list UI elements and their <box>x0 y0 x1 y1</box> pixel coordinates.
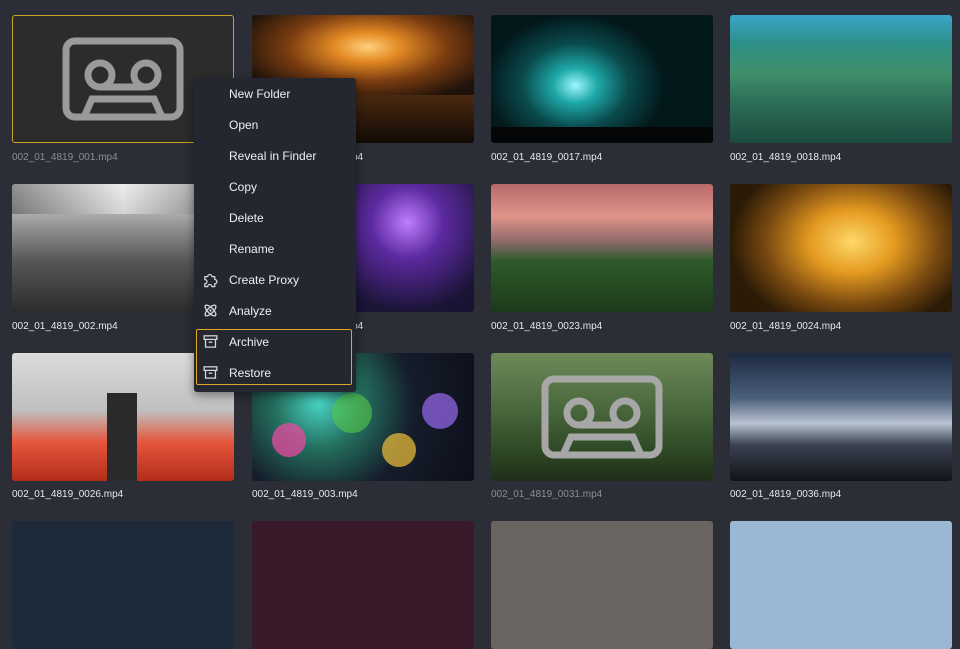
media-thumbnail-placeholder[interactable] <box>491 353 713 481</box>
atom-icon <box>204 304 217 317</box>
letterbox-bar <box>491 127 713 143</box>
media-thumbnail[interactable] <box>491 521 713 649</box>
menu-item-copy[interactable]: Copy <box>194 171 356 202</box>
media-thumbnail[interactable] <box>730 353 952 481</box>
media-thumbnail[interactable] <box>252 521 474 649</box>
media-grid: 002_01_4819_001.mp4 002_01_4819_0016.mp4… <box>0 0 960 649</box>
menu-item-label: Open <box>229 118 259 132</box>
menu-item-label: Reveal in Finder <box>229 149 317 163</box>
menu-item-label: New Folder <box>229 87 291 101</box>
menu-item-create-proxy[interactable]: Create Proxy <box>194 264 356 295</box>
file-name: 002_01_4819_003.mp4 <box>252 489 358 500</box>
file-name: 002_01_4819_0023.mp4 <box>491 321 603 332</box>
bokeh-circle <box>332 393 372 433</box>
file-name: 002_01_4819_0018.mp4 <box>730 152 842 163</box>
escalator-track <box>107 393 137 481</box>
bokeh-circle <box>272 423 306 457</box>
tape-cassette-icon <box>541 375 663 459</box>
bokeh-circle <box>382 433 416 467</box>
file-name: 002_01_4819_0024.mp4 <box>730 321 842 332</box>
media-thumbnail[interactable] <box>730 184 952 312</box>
menu-highlight-outline <box>196 329 352 385</box>
menu-item-open[interactable]: Open <box>194 109 356 140</box>
media-thumbnail[interactable] <box>730 521 952 649</box>
tape-cassette-icon <box>62 37 184 121</box>
media-thumbnail[interactable] <box>730 15 952 143</box>
menu-item-label: Create Proxy <box>229 273 300 287</box>
bokeh-circle <box>422 393 458 429</box>
file-name: 002_01_4819_0026.mp4 <box>12 489 124 500</box>
menu-item-analyze[interactable]: Analyze <box>194 295 356 326</box>
menu-item-label: Copy <box>229 180 258 194</box>
menu-item-reveal-in-finder[interactable]: Reveal in Finder <box>194 140 356 171</box>
menu-item-label: Delete <box>229 211 264 225</box>
media-thumbnail[interactable] <box>12 521 234 649</box>
file-name: 002_01_4819_0017.mp4 <box>491 152 603 163</box>
file-name: 002_01_4819_0031.mp4 <box>491 489 603 500</box>
file-name: 002_01_4819_0036.mp4 <box>730 489 842 500</box>
media-thumbnail[interactable] <box>491 15 713 143</box>
puzzle-icon <box>204 273 218 288</box>
menu-item-rename[interactable]: Rename <box>194 233 356 264</box>
media-thumbnail[interactable] <box>491 184 713 312</box>
menu-item-delete[interactable]: Delete <box>194 202 356 233</box>
menu-item-label: Analyze <box>229 304 272 318</box>
menu-item-label: Rename <box>229 242 275 256</box>
menu-item-new-folder[interactable]: New Folder <box>194 78 356 109</box>
